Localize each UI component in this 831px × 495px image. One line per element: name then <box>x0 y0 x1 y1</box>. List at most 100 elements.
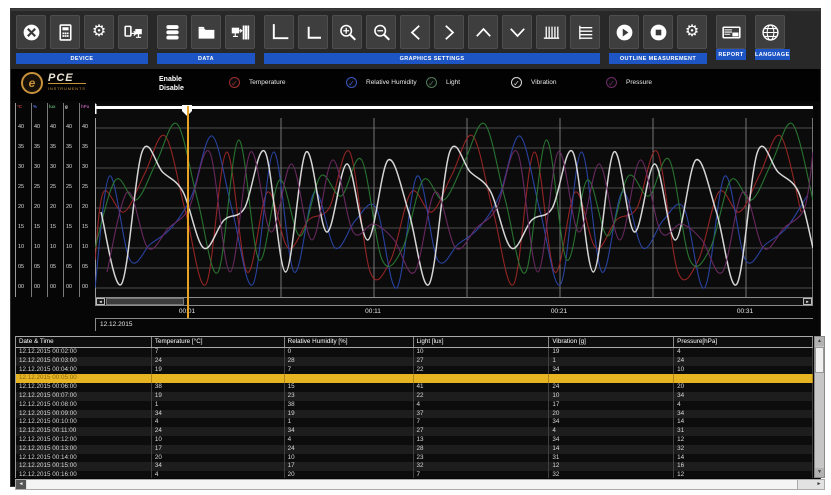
y-axis-unit-label: lux <box>49 104 56 109</box>
cell-value: 24 <box>285 445 414 454</box>
plot-area[interactable] <box>95 104 813 297</box>
device-settings-button[interactable]: ⚙ <box>84 15 114 49</box>
table-vertical-scrollbar[interactable]: ▲ ▼ <box>814 336 825 478</box>
gear-icon: ⚙ <box>685 24 699 40</box>
pan-up-button[interactable] <box>468 15 498 49</box>
y-axis-tick: 15 <box>18 224 24 230</box>
axes-corner-button[interactable] <box>298 15 328 49</box>
table-row[interactable]: 12.12.2015 00:02:007010194 <box>16 348 813 357</box>
enable-disable-toggle[interactable]: Enable Disable <box>159 75 184 93</box>
chart-scroll-track[interactable] <box>184 298 803 305</box>
vertical-gridlines-button[interactable] <box>536 15 566 49</box>
y-axis-tick: 30 <box>34 164 40 170</box>
chart-cursor[interactable] <box>187 106 189 318</box>
y-axis-tick: 00 <box>82 284 88 290</box>
table-row[interactable]: 12.12.2015 00:15:003417321216 <box>16 462 813 471</box>
table-row[interactable]: 12.12.2015 00:08:001384174 <box>16 401 813 410</box>
cell-value: 34 <box>152 462 285 471</box>
table-row[interactable]: 12.12.2015 00:09:003419372034 <box>16 410 813 419</box>
chart-scroll-thumb[interactable] <box>106 298 184 305</box>
table-header-cell: Relative Humidity [%] <box>285 337 414 347</box>
device-meter-icon <box>55 22 76 43</box>
pan-left-button[interactable] <box>400 15 430 49</box>
cell-value: 32 <box>549 471 674 478</box>
data-buttons <box>157 15 255 49</box>
toolbar-group-graphics: GRAPHICS SETTINGS <box>264 15 600 64</box>
chart-horizontal-scrollbar[interactable]: ◄ ► <box>95 297 813 306</box>
relative-humidity-label: Relative Humidity <box>366 79 417 86</box>
y-axis-tick: 00 <box>18 284 24 290</box>
cell-value: 34 <box>674 392 813 401</box>
device-meter-button[interactable] <box>50 15 80 49</box>
table-row[interactable]: 12.12.2015 00:16:0042073212 <box>16 471 813 478</box>
table-row[interactable]: 12.12.2015 00:06:003815412420 <box>16 383 813 392</box>
power-x-button[interactable] <box>16 15 46 49</box>
cell-value: 15 <box>285 383 414 392</box>
y-axis-tick: 25 <box>66 184 72 190</box>
table-row[interactable]: 12.12.2015 00:03:00242827124 <box>16 357 813 366</box>
pressure-label: Pressure <box>626 79 652 86</box>
table-row-selected[interactable]: 12.12.2015 00:05:00 <box>16 374 813 383</box>
report-buttons <box>716 15 746 49</box>
cell-value: 12 <box>674 471 813 478</box>
stop-measurement-button[interactable] <box>643 15 673 49</box>
toolbar-group-data: DATA <box>157 15 255 64</box>
horizontal-gridlines-button[interactable] <box>570 15 600 49</box>
cell-datetime: 12.12.2015 00:07:00 <box>16 392 152 401</box>
database-button[interactable] <box>157 15 187 49</box>
cell-value <box>285 374 414 383</box>
cell-value: 34 <box>549 418 674 427</box>
window-scroll-right-icon[interactable]: ► <box>814 480 824 489</box>
relative-humidity-checkbox[interactable]: ✓ <box>346 77 357 88</box>
window-scroll-left-icon[interactable]: ◄ <box>16 480 26 489</box>
temperature-checkbox[interactable]: ✓ <box>229 77 240 88</box>
start-measurement-button[interactable] <box>609 15 639 49</box>
cell-value: 37 <box>414 410 550 419</box>
language-button[interactable] <box>755 15 785 49</box>
table-row[interactable]: 12.12.2015 00:14:002010233114 <box>16 454 813 463</box>
cell-value: 38 <box>152 383 285 392</box>
cell-value: 1 <box>285 418 414 427</box>
y-axis-tick: 10 <box>50 244 56 250</box>
window-horizontal-scrollbar[interactable]: ◄ ► <box>15 479 825 490</box>
export-to-table-button[interactable] <box>225 15 255 49</box>
open-folder-button[interactable] <box>191 15 221 49</box>
series-line-relative-humidity <box>95 136 807 288</box>
zoom-in-button[interactable] <box>332 15 362 49</box>
chart-scroll-left-icon[interactable]: ◄ <box>96 298 105 305</box>
pan-right-button[interactable] <box>434 15 464 49</box>
power-x-icon <box>21 22 42 43</box>
stop-circle-icon <box>648 22 669 43</box>
table-row[interactable]: 12.12.2015 00:13:001724281432 <box>16 445 813 454</box>
zoom-out-button[interactable] <box>366 15 396 49</box>
y-axis-column-5: hPa403530252015100500 <box>80 103 96 297</box>
series-line-vibration <box>101 146 813 285</box>
pan-down-button[interactable] <box>502 15 532 49</box>
table-row[interactable]: 12.12.2015 00:12:00104133412 <box>16 436 813 445</box>
light-checkbox[interactable]: ✓ <box>426 77 437 88</box>
measurement-settings-button[interactable]: ⚙ <box>677 15 707 49</box>
pressure-checkbox[interactable]: ✓ <box>606 77 617 88</box>
table-row[interactable]: 12.12.2015 00:07:001923221034 <box>16 392 813 401</box>
table-row[interactable]: 12.12.2015 00:11:00243427431 <box>16 427 813 436</box>
device-to-pc-transfer-button[interactable] <box>118 15 148 49</box>
table-scroll-down-icon[interactable]: ▼ <box>815 468 824 477</box>
chart-scroll-right-icon[interactable]: ► <box>803 298 812 305</box>
device-to-pc-transfer-icon <box>123 22 144 43</box>
table-scroll-up-icon[interactable]: ▲ <box>815 337 824 346</box>
group-label-language: LANGUAGE <box>755 49 790 60</box>
table-scroll-thumb[interactable] <box>815 347 824 373</box>
y-axis-tick: 30 <box>18 164 24 170</box>
y-axis-tick: 00 <box>66 284 72 290</box>
cell-datetime: 12.12.2015 00:02:00 <box>16 348 152 357</box>
open-folder-icon <box>196 22 217 43</box>
table-row[interactable]: 12.12.2015 00:10:004173414 <box>16 418 813 427</box>
report-button[interactable] <box>716 15 746 49</box>
table-row[interactable]: 12.12.2015 00:04:00197223410 <box>16 366 813 375</box>
window-scroll-thumb[interactable] <box>27 480 798 489</box>
cell-value: 14 <box>674 454 813 463</box>
axes-frame-button[interactable] <box>264 15 294 49</box>
vertical-gridlines-icon <box>541 22 562 43</box>
vibration-checkbox[interactable]: ✓ <box>511 77 522 88</box>
y-axis-tick: 25 <box>18 184 24 190</box>
